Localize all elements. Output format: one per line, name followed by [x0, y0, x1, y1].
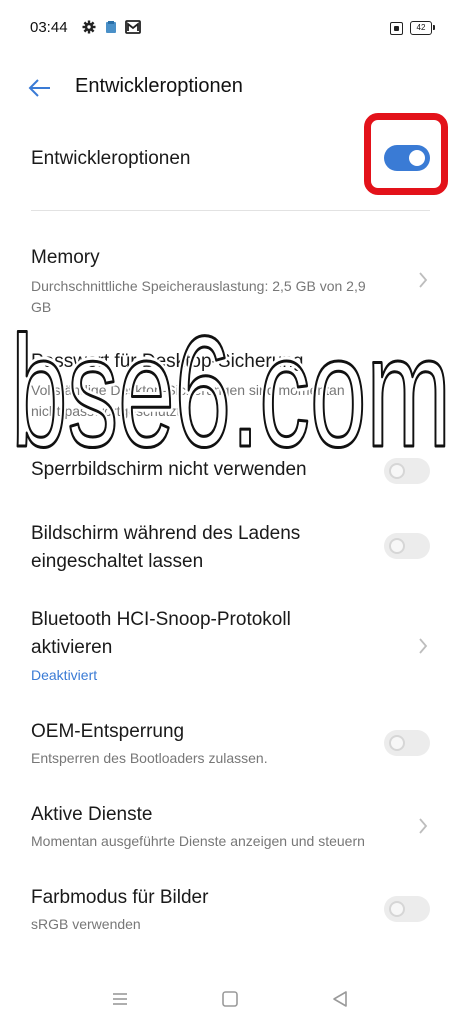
- oem-unlock-toggle[interactable]: [384, 730, 430, 756]
- chevron-right-icon: [419, 638, 428, 654]
- app-bar: Entwickleroptionen: [0, 60, 461, 116]
- setting-subtitle: Entsperren des Bootloaders zulassen.: [31, 750, 268, 766]
- setting-title: Bildschirm während des Ladens eingeschal…: [31, 523, 301, 572]
- status-time: 03:44: [30, 19, 68, 36]
- setting-subtitle: Deaktiviert: [31, 667, 98, 683]
- toggle-knob: [389, 538, 405, 554]
- battery-indicator: 42: [410, 21, 432, 35]
- toggle-knob: [389, 901, 405, 917]
- chevron-right-icon: [419, 818, 428, 834]
- back-triangle-icon[interactable]: [328, 987, 352, 1011]
- toggle-knob: [389, 735, 405, 751]
- chevron-right-icon: [419, 272, 428, 288]
- svg-text:bse6.com: bse6.com: [11, 304, 451, 480]
- color-mode-toggle[interactable]: [384, 896, 430, 922]
- page-title: Entwickleroptionen: [75, 75, 243, 97]
- setting-subtitle: sRGB verwenden: [31, 916, 141, 932]
- setting-title: Aktive Dienste: [31, 804, 153, 825]
- sim-icon: [390, 22, 403, 35]
- settings-item-bluetooth-hci-snoop[interactable]: Bluetooth HCI-Snoop-Protokoll aktivieren…: [0, 600, 461, 692]
- master-toggle-label: Entwickleroptionen: [31, 148, 191, 169]
- menu-icon[interactable]: [108, 987, 132, 1011]
- setting-title: OEM-Entsperrung: [31, 721, 185, 742]
- setting-subtitle: Momentan ausgeführte Dienste anzeigen un…: [31, 833, 365, 849]
- status-bar: 03:44 42: [0, 0, 461, 56]
- navigation-bar: [0, 975, 461, 1024]
- setting-title: Bluetooth HCI-Snoop-Protokoll aktivieren: [31, 609, 291, 658]
- gear-icon: [82, 20, 96, 34]
- gmail-icon: [125, 20, 141, 34]
- settings-item-stay-awake[interactable]: Bildschirm während des Ladens eingeschal…: [0, 514, 461, 578]
- settings-item-oem-unlock[interactable]: OEM-Entsperrung Entsperren des Bootloade…: [0, 712, 461, 774]
- settings-item-running-services[interactable]: Aktive Dienste Momentan ausgeführte Dien…: [0, 795, 461, 857]
- home-square-icon[interactable]: [218, 987, 242, 1011]
- battery-tip: [433, 25, 435, 30]
- settings-item-color-mode[interactable]: Farbmodus für Bilder sRGB verwenden: [0, 878, 461, 940]
- divider: [31, 210, 430, 211]
- app-notification-icon: [106, 21, 116, 33]
- watermark: bse6.com bse6.com: [7, 300, 456, 485]
- highlight-box: [364, 113, 448, 195]
- stay-awake-toggle[interactable]: [384, 533, 430, 559]
- arrow-left-icon[interactable]: [26, 74, 54, 102]
- setting-title: Farbmodus für Bilder: [31, 887, 209, 908]
- setting-title: Memory: [31, 247, 100, 268]
